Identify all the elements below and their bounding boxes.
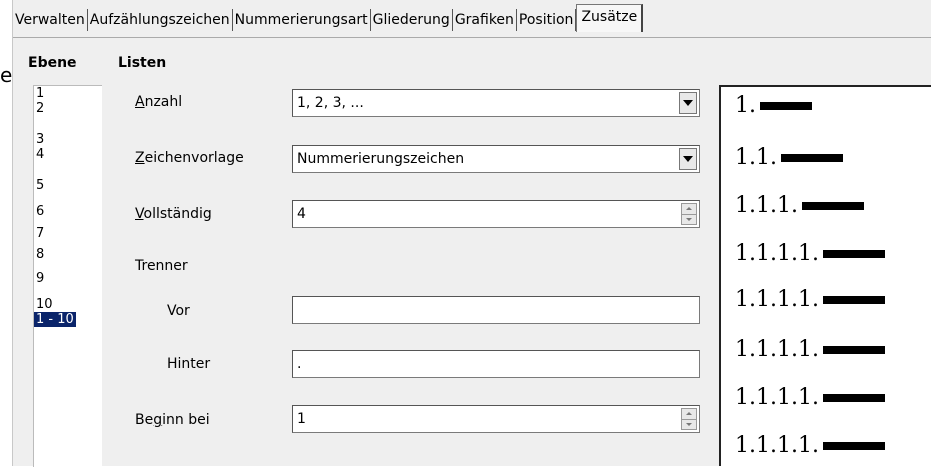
beginn-label: Beginn bei: [135, 412, 210, 428]
preview-number: 1.1.1.1.: [735, 433, 819, 458]
hinter-label: Hinter: [167, 356, 211, 372]
preview-row: 1.1.1.1.: [735, 287, 885, 312]
preview-number: 1.1.1.1.: [735, 287, 819, 312]
preview-text-placeholder: [801, 201, 864, 210]
tab-aufzaehlungszeichen[interactable]: Aufzählungszeichen: [88, 9, 233, 31]
beginn-value: 1: [297, 411, 306, 427]
level-item-8[interactable]: 8: [34, 247, 46, 262]
tab-grafiken[interactable]: Grafiken: [453, 9, 517, 31]
vollstaendig-label: Vollständig: [135, 206, 212, 222]
preview-row: 1.: [735, 93, 812, 118]
vollstaendig-mnemonic: V: [135, 206, 144, 222]
preview-text-placeholder: [822, 249, 885, 258]
vollstaendig-spinbox[interactable]: 4: [292, 200, 700, 228]
anzahl-select[interactable]: 1, 2, 3, ...: [292, 89, 700, 117]
preview-row: 1.1.1.1.: [735, 241, 885, 266]
preview-text-placeholder: [822, 295, 885, 304]
chevron-down-icon: [683, 156, 693, 162]
zeichenvorlage-value: Nummerierungszeichen: [297, 151, 465, 167]
anzahl-mnemonic: A: [135, 94, 145, 110]
level-item-7[interactable]: 7: [34, 226, 46, 241]
level-item-10[interactable]: 10: [34, 297, 55, 312]
level-item-6[interactable]: 6: [34, 204, 46, 219]
preview-text-placeholder: [822, 345, 885, 354]
beginn-label-pre: Be: [135, 412, 154, 428]
spin-up-arrow-icon[interactable]: [682, 409, 696, 419]
tab-bar: Verwalten Aufzählungszeichen Nummerierun…: [13, 0, 931, 38]
preview-number: 1.1.1.: [735, 193, 798, 218]
zeichenvorlage-select[interactable]: Nummerierungszeichen: [292, 145, 700, 173]
zeichenvorlage-label: Zeichenvorlage: [135, 150, 244, 166]
preview-number: 1.1.1.1.: [735, 385, 819, 410]
anzahl-label: Anzahl: [135, 94, 182, 110]
preview-text-placeholder: [780, 153, 843, 162]
level-item-all[interactable]: 1 - 10: [34, 312, 76, 327]
hinter-input[interactable]: .: [292, 350, 700, 378]
preview-row: 1.1.1.1.: [735, 337, 885, 362]
level-item-4[interactable]: 4: [34, 147, 46, 162]
tab-zusaetze[interactable]: Zusätze: [576, 4, 644, 32]
level-list[interactable]: 1 2 3 4 5 6 7 8 9 10 1 - 10: [33, 85, 102, 467]
preview-row: 1.1.: [735, 145, 843, 170]
tab-verwalten[interactable]: Verwalten: [13, 9, 88, 31]
spin-up-arrow-icon[interactable]: [682, 204, 696, 214]
preview-number: 1.1.: [735, 145, 777, 170]
preview-row: 1.1.1.1.: [735, 433, 885, 458]
chevron-down-icon: [683, 100, 693, 106]
zeichenvorlage-dropdown-button[interactable]: [679, 148, 697, 170]
level-item-3[interactable]: 3: [34, 132, 46, 147]
spin-down-arrow-icon[interactable]: [682, 420, 696, 430]
vollstaendig-label-rest: ollständig: [143, 206, 212, 222]
vor-label: Vor: [167, 303, 190, 319]
preview-text-placeholder: [822, 441, 885, 450]
tab-gliederung[interactable]: Gliederung: [371, 9, 453, 31]
anzahl-dropdown-button[interactable]: [679, 92, 697, 114]
preview-text-placeholder: [822, 393, 885, 402]
zeichenvorlage-mnemonic: Z: [135, 150, 145, 166]
preview-row: 1.1.1.1.: [735, 385, 885, 410]
vollstaendig-value: 4: [297, 206, 306, 222]
zeichenvorlage-label-rest: eichenvorlage: [144, 150, 244, 166]
preview-row: 1.1.1.: [735, 193, 864, 218]
level-item-9[interactable]: 9: [34, 271, 46, 286]
preview-number: 1.1.1.1.: [735, 241, 819, 266]
beginn-spinbox[interactable]: 1: [292, 405, 700, 433]
anzahl-label-rest: nzahl: [144, 94, 183, 110]
trenner-label: Trenner: [135, 258, 188, 274]
beginn-spin-buttons[interactable]: [681, 408, 697, 430]
ebene-heading: Ebene: [28, 55, 77, 71]
beginn-label-rest: inn bei: [162, 412, 210, 428]
truncated-label: e: [0, 63, 13, 87]
preview-number: 1.1.1.1.: [735, 337, 819, 362]
vor-input[interactable]: [292, 296, 700, 324]
beginn-mnemonic: g: [153, 412, 163, 428]
vollstaendig-spin-buttons[interactable]: [681, 203, 697, 225]
level-item-1[interactable]: 1: [34, 86, 46, 101]
spin-down-arrow-icon[interactable]: [682, 215, 696, 225]
preview-number: 1.: [735, 93, 756, 118]
anzahl-value: 1, 2, 3, ...: [297, 95, 364, 111]
tab-position[interactable]: Position: [517, 9, 577, 31]
preview-text-placeholder: [760, 101, 812, 110]
numbering-preview: 1. 1.1. 1.1.1. 1.1.1.1. 1.1.1.1. 1.1.1.1…: [719, 85, 931, 466]
level-item-2[interactable]: 2: [34, 101, 46, 116]
level-item-5[interactable]: 5: [34, 178, 46, 193]
listen-heading: Listen: [118, 55, 167, 71]
tab-panel-border: [13, 37, 931, 38]
tab-nummerierungsart[interactable]: Nummerierungsart: [233, 9, 371, 31]
